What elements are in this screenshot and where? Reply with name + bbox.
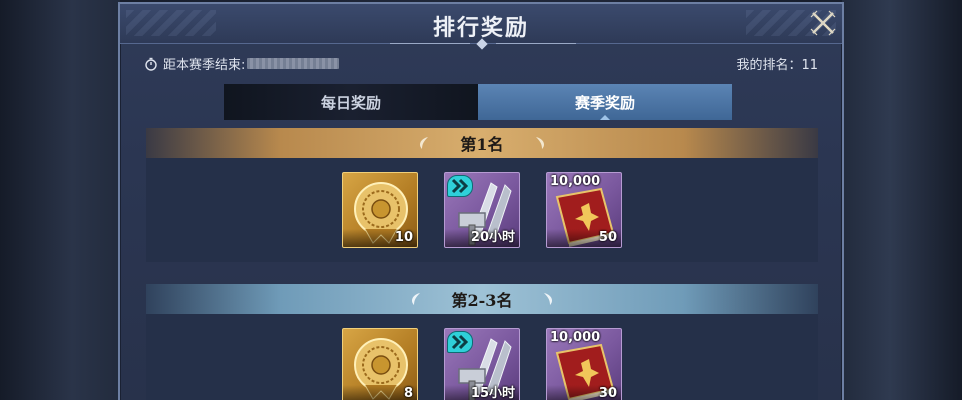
tier-header: 第2-3名 — [146, 284, 818, 314]
laurel-left-icon — [420, 137, 429, 149]
tier-label: 第2-3名 — [451, 291, 513, 310]
reward-tabs: 每日奖励 赛季奖励 — [224, 84, 732, 120]
reward-quantity: 10 — [394, 230, 413, 245]
close-button[interactable] — [808, 8, 838, 38]
reward-quantity: 20小时 — [470, 230, 515, 245]
background-left — [0, 0, 120, 400]
tab-label: 赛季奖励 — [574, 93, 635, 112]
my-rank-label: 我的排名： — [736, 58, 802, 73]
reward-item[interactable]: 10,000 50 — [546, 172, 622, 248]
title-ornament — [390, 38, 576, 50]
title-bar: 排行奖励 — [120, 4, 842, 50]
countdown-value-obscured — [247, 58, 340, 69]
laurel-right-icon — [535, 137, 544, 149]
my-rank-value: 11 — [801, 58, 818, 73]
tab-daily-rewards[interactable]: 每日奖励 — [224, 84, 478, 120]
reward-item[interactable]: 10,000 30 — [546, 328, 622, 400]
active-tab-indicator — [600, 115, 610, 120]
tier-label: 第1名 — [460, 135, 504, 154]
speedup-badge-icon — [447, 175, 473, 197]
ranking-rewards-dialog: 排行奖励 距本赛季结束: 我的排名：11 每日奖励 赛季奖励 第1名 10 20… — [118, 2, 844, 400]
season-info-row: 距本赛季结束: 我的排名：11 — [144, 54, 818, 74]
reward-quantity: 30 — [598, 386, 617, 400]
countdown-label: 距本赛季结束: — [163, 58, 246, 73]
reward-tier-2: 第2-3名 8 15小时 10,000 30 — [146, 284, 818, 400]
reward-item[interactable]: 15小时 — [444, 328, 520, 400]
reward-quantity: 15小时 — [470, 386, 515, 400]
laurel-left-icon — [411, 293, 420, 305]
reward-tier-1: 第1名 10 20小时 10,000 50 — [146, 128, 818, 262]
laurel-right-icon — [544, 293, 553, 305]
reward-quantity: 8 — [403, 386, 413, 400]
tab-label: 每日奖励 — [320, 93, 381, 112]
speedup-badge-icon — [447, 331, 473, 353]
reward-items: 10 20小时 10,000 50 — [146, 158, 818, 248]
stopwatch-icon — [145, 57, 157, 71]
background-right — [842, 0, 962, 400]
reward-item[interactable]: 20小时 — [444, 172, 520, 248]
tab-season-rewards[interactable]: 赛季奖励 — [478, 84, 732, 120]
reward-item[interactable]: 8 — [342, 328, 418, 400]
my-rank: 我的排名：11 — [736, 54, 818, 73]
season-countdown: 距本赛季结束: — [144, 54, 340, 73]
tier-header: 第1名 — [146, 128, 818, 158]
reward-quantity: 50 — [598, 230, 617, 245]
reward-items: 8 15小时 10,000 30 — [146, 314, 818, 400]
reward-top-value: 10,000 — [550, 174, 601, 189]
close-icon — [810, 10, 836, 36]
reward-item[interactable]: 10 — [342, 172, 418, 248]
dialog-title: 排行奖励 — [432, 15, 529, 41]
reward-top-value: 10,000 — [550, 330, 601, 345]
